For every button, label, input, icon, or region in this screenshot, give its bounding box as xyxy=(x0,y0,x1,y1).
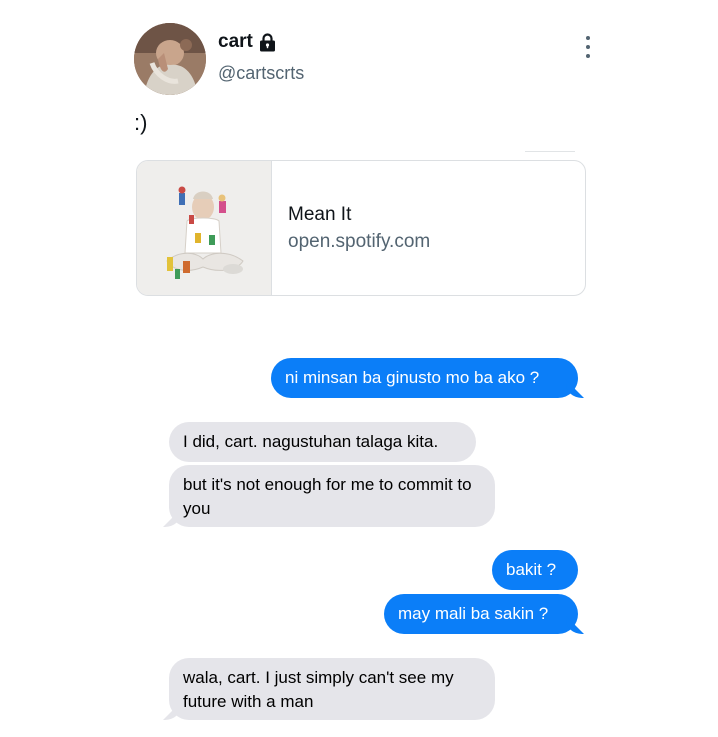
more-vertical-icon[interactable] xyxy=(578,36,598,58)
link-preview-card[interactable]: Mean It open.spotify.com xyxy=(136,160,586,296)
user-handle[interactable]: @cartscrts xyxy=(218,63,304,84)
sent-message-bubble: bakit ? xyxy=(492,550,578,590)
lock-icon xyxy=(259,32,276,52)
display-name-row[interactable]: cart xyxy=(218,31,276,53)
avatar[interactable] xyxy=(134,23,206,95)
received-message-bubble: I did, cart. nagustuhan talaga kita. xyxy=(169,422,476,462)
tweet-text: :) xyxy=(134,110,148,135)
received-message-bubble: wala, cart. I just simply can't see my f… xyxy=(169,658,495,720)
display-name[interactable]: cart xyxy=(218,31,253,53)
divider xyxy=(525,151,575,152)
sent-message-bubble: ni minsan ba ginusto mo ba ako ? xyxy=(271,358,578,398)
received-message-bubble: but it's not enough for me to commit to … xyxy=(169,465,495,527)
card-title: Mean It xyxy=(288,203,352,225)
sent-message-bubble: may mali ba sakin ? xyxy=(384,594,578,634)
card-domain: open.spotify.com xyxy=(288,230,431,252)
album-art-image xyxy=(137,161,272,295)
